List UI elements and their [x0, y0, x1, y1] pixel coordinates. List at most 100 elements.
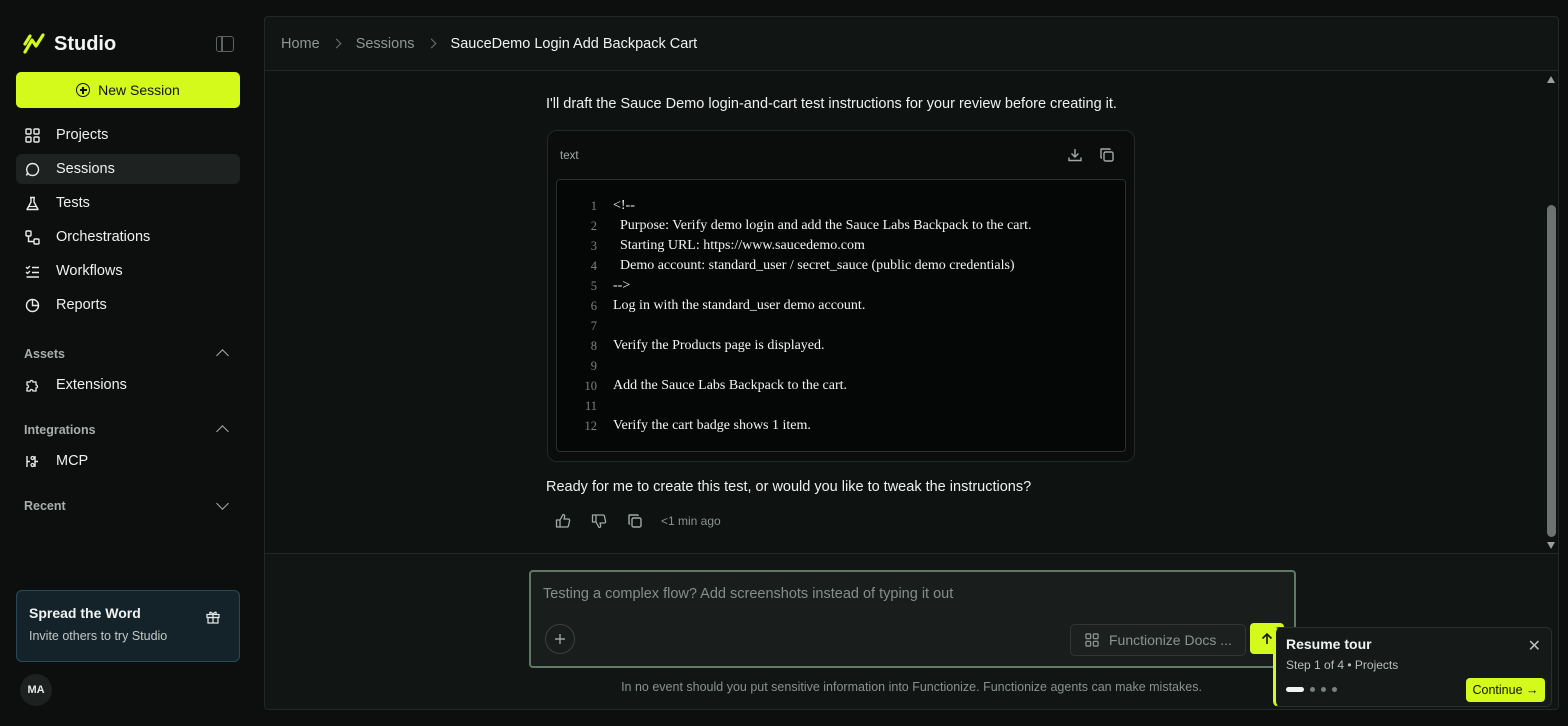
code-line: 8 Verify the Products page is displayed. — [557, 336, 1125, 356]
sidebar-item-orchestrations[interactable]: Orchestrations — [16, 222, 240, 252]
line-number: 10 — [584, 378, 598, 393]
copy-icon[interactable] — [627, 513, 643, 529]
chat-thread: I'll draft the Sauce Demo login-and-cart… — [265, 71, 1558, 553]
chevron-right-icon — [426, 38, 436, 49]
chevron-down-icon[interactable] — [216, 497, 229, 510]
sidebar-item-extensions[interactable]: Extensions — [16, 370, 240, 400]
tour-step-label: Step 1 of 4 • Projects — [1286, 658, 1399, 672]
code-line: 12 Verify the cart badge shows 1 item. — [557, 416, 1125, 436]
new-session-label: New Session — [98, 82, 180, 98]
mcp-icon — [26, 455, 38, 467]
breadcrumb-current-session: SauceDemo Login Add Backpack Cart — [450, 35, 698, 52]
promo-subtitle: Invite others to try Studio — [29, 629, 168, 643]
code-line: 9 — [557, 356, 1125, 376]
code-text: Log in with the standard_user demo accou… — [613, 298, 866, 313]
sidebar-item-sessions[interactable]: Sessions — [16, 154, 240, 184]
code-text: Purpose: Verify demo login and add the S… — [613, 218, 1032, 233]
sidebar-item-label: Sessions — [56, 161, 115, 177]
code-block: text 1 <!-- 2 Purpose: Verify demo login a… — [547, 130, 1135, 462]
line-number: 12 — [584, 418, 598, 433]
sidebar-item-label: Tests — [56, 195, 90, 211]
code-line: 4 Demo account: standard_user / secret_s… — [557, 256, 1125, 276]
tour-step-dot — [1286, 687, 1304, 692]
chevron-up-icon[interactable] — [216, 425, 229, 438]
docs-context-chip[interactable]: Functionize Docs ... — [1070, 624, 1246, 656]
sidebar-item-tests[interactable]: Tests — [16, 188, 240, 218]
message-input[interactable] — [543, 584, 1243, 604]
line-number: 6 — [590, 298, 597, 313]
section-label-recent: Recent — [24, 499, 66, 513]
tour-continue-button[interactable]: Continue → — [1466, 678, 1545, 702]
tour-title: Resume tour — [1286, 636, 1372, 652]
app-name: Studio — [54, 32, 117, 55]
tour-step-dot — [1332, 687, 1337, 692]
sidebar-item-label: Reports — [56, 297, 107, 313]
studio-logo-icon — [23, 33, 45, 54]
thumbs-down-icon[interactable] — [591, 513, 607, 529]
breadcrumb-sessions[interactable]: Sessions — [356, 36, 415, 52]
grid-icon — [1085, 633, 1099, 647]
message-actions: <1 min ago — [555, 513, 721, 529]
copy-icon[interactable] — [1099, 147, 1115, 163]
sidebar-item-label: Projects — [56, 127, 109, 143]
attach-button[interactable] — [545, 624, 575, 654]
message-timestamp: <1 min ago — [661, 514, 721, 528]
close-icon[interactable]: ✕ — [1528, 636, 1541, 656]
section-label-assets: Assets — [24, 347, 65, 361]
sidebar-item-workflows[interactable]: Workflows — [16, 256, 240, 286]
sidebar-item-label: Orchestrations — [56, 229, 151, 245]
sidebar-item-reports[interactable]: Reports — [16, 290, 240, 320]
sidebar-item-mcp[interactable]: MCP — [16, 446, 240, 476]
code-text: Add the Sauce Labs Backpack to the cart. — [613, 378, 848, 393]
code-line: 7 — [557, 316, 1125, 336]
code-line: 10 Add the Sauce Labs Backpack to the car… — [557, 376, 1125, 396]
code-text: Starting URL: https://www.saucedemo.com — [613, 238, 865, 253]
sidebar-toggle-icon[interactable] — [216, 36, 234, 52]
avatar[interactable]: MA — [20, 674, 52, 706]
chat-bubble-icon — [25, 162, 40, 176]
scroll-down-arrow-icon[interactable] — [1547, 542, 1555, 549]
tour-progress-dots — [1286, 687, 1337, 692]
spread-the-word-card[interactable]: Spread the Word Invite others to try Stu… — [16, 590, 240, 662]
line-number: 1 — [590, 198, 597, 213]
brand[interactable]: Studio — [22, 32, 116, 56]
chevron-up-icon[interactable] — [216, 349, 229, 362]
scroll-thumb[interactable] — [1547, 205, 1556, 537]
code-language-label: text — [560, 150, 579, 162]
arrow-up-icon — [1261, 632, 1273, 644]
sidebar-item-label: Extensions — [56, 377, 127, 393]
chevron-right-icon — [331, 38, 342, 49]
line-number: 9 — [590, 358, 597, 373]
promo-title: Spread the Word — [29, 605, 141, 621]
line-number: 7 — [590, 318, 597, 333]
line-number: 5 — [590, 278, 597, 293]
sidebar-item-label: Workflows — [56, 263, 123, 279]
new-session-button[interactable]: New Session — [16, 72, 240, 108]
code-line: 6 Log in with the standard_user demo acco… — [557, 296, 1125, 316]
tour-step-dot — [1321, 687, 1326, 692]
main-panel: Home Sessions SauceDemo Login Add Backpa… — [264, 16, 1559, 710]
orchestration-icon — [25, 229, 40, 245]
code-text: --> — [613, 278, 631, 293]
code-text: <!-- — [613, 198, 635, 213]
chat-scrollbar[interactable] — [1544, 71, 1558, 553]
line-number: 8 — [590, 338, 597, 353]
line-number: 2 — [590, 218, 597, 233]
sidebar-item-projects[interactable]: Projects — [16, 120, 240, 150]
thumbs-up-icon[interactable] — [555, 513, 571, 529]
line-number: 4 — [590, 258, 597, 273]
breadcrumb: Home Sessions SauceDemo Login Add Backpa… — [265, 17, 1558, 71]
flask-icon — [26, 196, 39, 210]
docs-chip-label: Functionize Docs ... — [1109, 632, 1232, 648]
grid-icon — [25, 127, 40, 143]
checklist-icon — [25, 265, 39, 278]
code-body: 1 <!-- 2 Purpose: Verify demo login and ad… — [556, 179, 1126, 452]
code-line: 2 Purpose: Verify demo login and add the… — [557, 216, 1125, 236]
download-icon[interactable] — [1067, 147, 1083, 163]
breadcrumb-home[interactable]: Home — [281, 36, 320, 52]
gift-icon — [206, 611, 220, 624]
code-line: 5 --> — [557, 276, 1125, 296]
code-text: Verify the Products page is displayed. — [613, 338, 825, 353]
code-line: 1 <!-- — [557, 196, 1125, 216]
scroll-up-arrow-icon[interactable] — [1547, 76, 1555, 83]
